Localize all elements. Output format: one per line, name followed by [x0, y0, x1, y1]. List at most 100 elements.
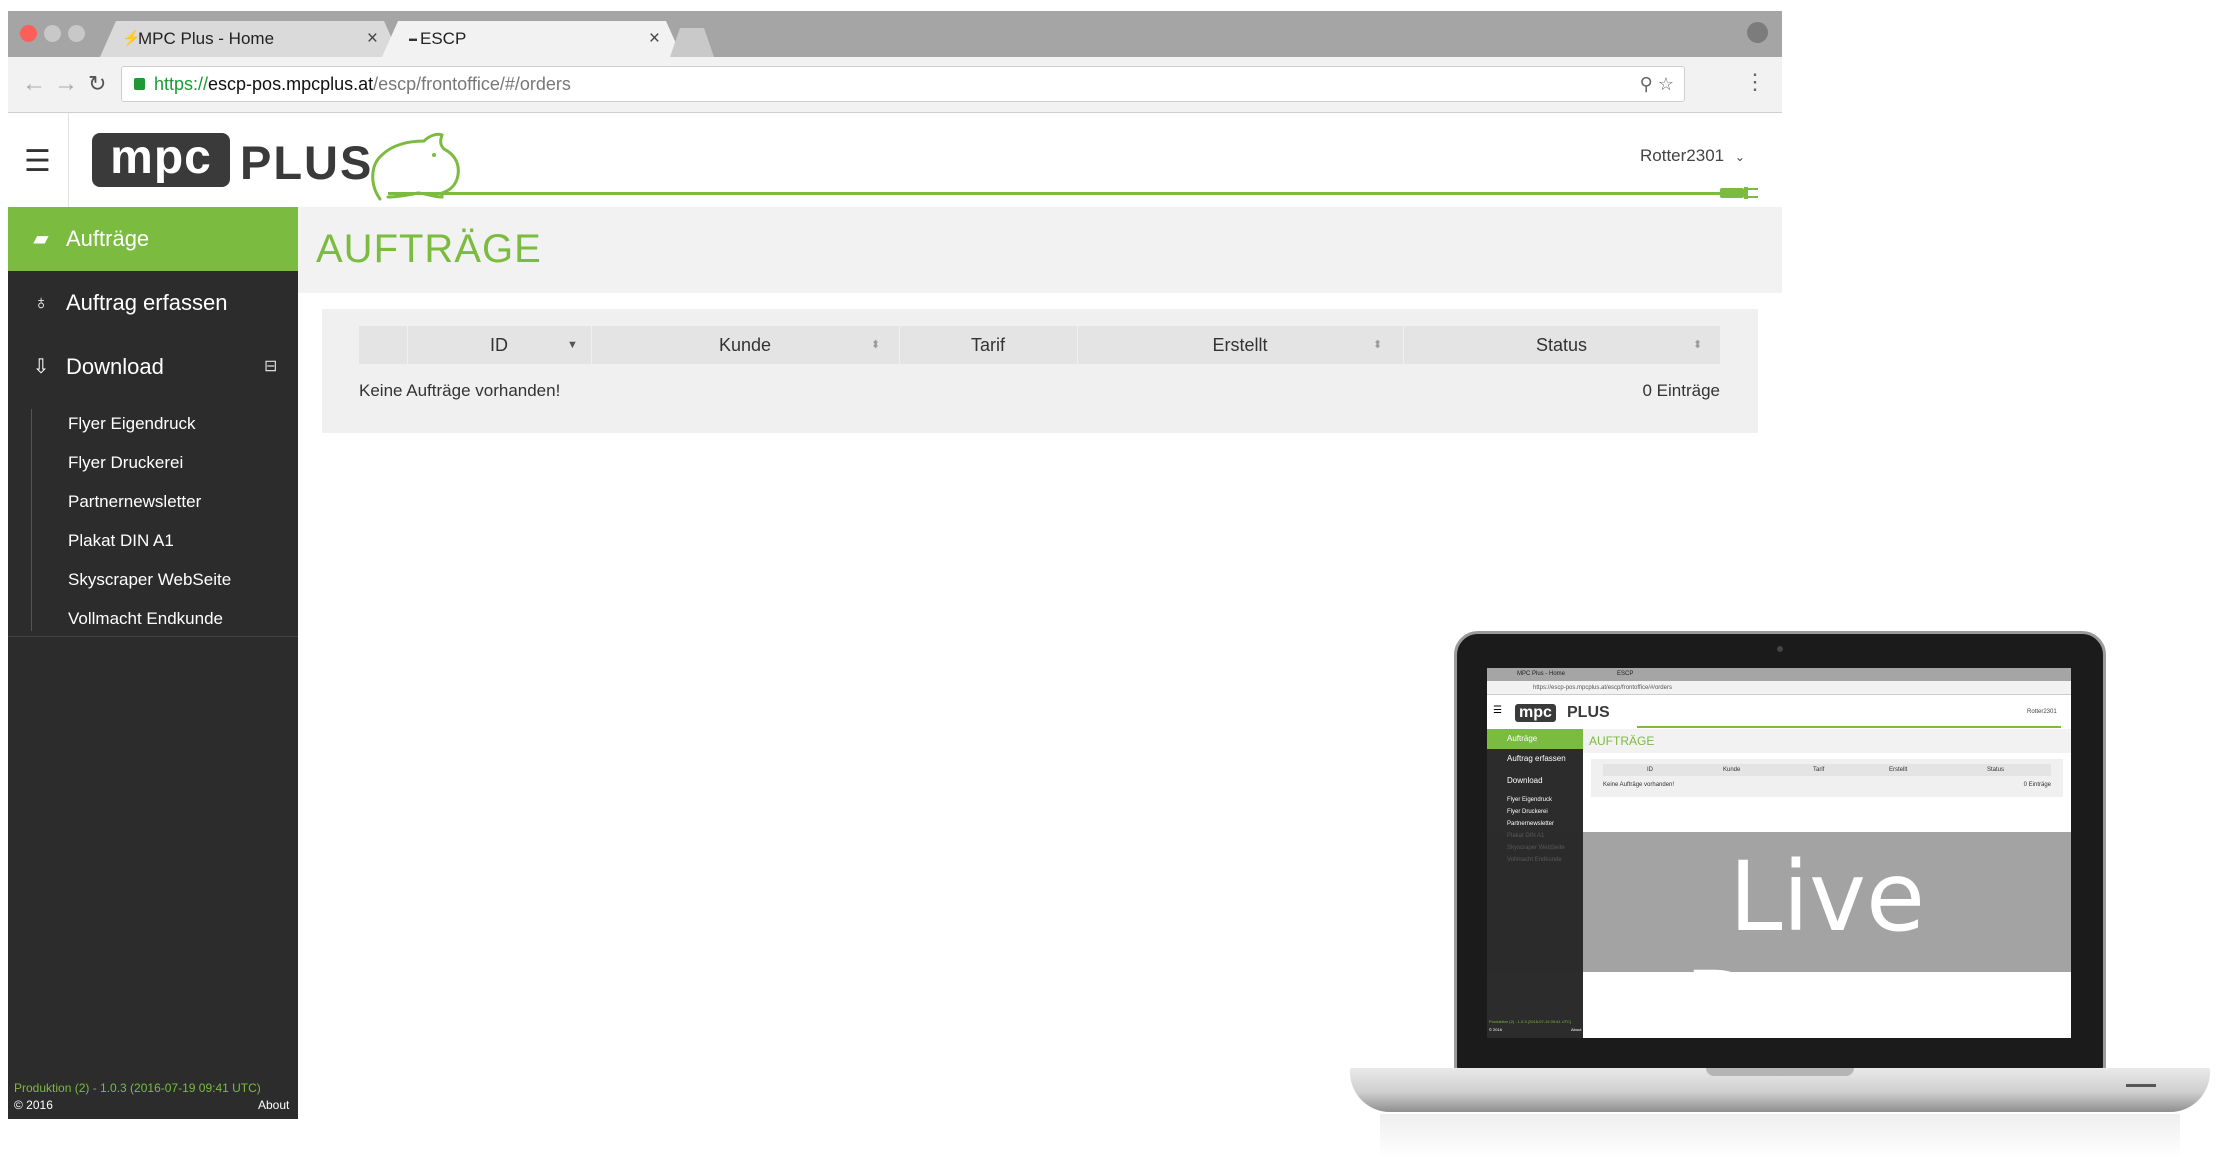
mini-about: About — [1571, 1027, 1582, 1032]
download-link-flyer-eigendruck[interactable]: Flyer Eigendruck — [68, 404, 196, 443]
mini-sub-item: Flyer Druckerei — [1507, 809, 1548, 815]
url-text[interactable]: https://escp-pos.mpcplus.at/escp/frontof… — [154, 67, 571, 101]
laptop-screen: MPC Plus - Home ESCP https://escp-pos.mp… — [1487, 668, 2071, 1038]
sort-icon[interactable]: ⬍ — [1373, 326, 1382, 364]
download-submenu: Flyer Eigendruck Flyer Druckerei Partner… — [8, 403, 298, 637]
sidebar-item-auftrag-erfassen[interactable]: ♁ Auftrag erfassen — [8, 271, 298, 335]
entry-count: 0 Einträge — [1642, 381, 1721, 400]
mini-version: Produktion (2) - 1.0.3 (2016-07-19 09:41… — [1489, 1019, 1572, 1024]
close-tab-icon[interactable]: × — [367, 21, 378, 57]
zoom-window-button[interactable] — [68, 25, 85, 42]
laptop-notch — [1706, 1068, 1854, 1076]
submenu-guide-line — [31, 409, 32, 631]
sort-icon[interactable]: ⬍ — [1693, 326, 1702, 364]
browser-menu-icon[interactable]: ⋮ — [1744, 69, 1766, 95]
column-header-tarif[interactable]: Tarif — [899, 326, 1077, 364]
laptop-lid: MPC Plus - Home ESCP https://escp-pos.mp… — [1454, 631, 2106, 1071]
download-icon: ⇩ — [32, 356, 50, 378]
about-link[interactable]: About — [258, 1098, 289, 1112]
screenshot-stage: ⚡ MPC Plus - Home × ▬ ESCP × ← → ↻ https… — [0, 0, 2216, 1168]
sidebar-item-label: Auftrag erfassen — [66, 290, 228, 315]
minimize-window-button[interactable] — [44, 25, 61, 42]
mini-address-bar: https://escp-pos.mpcplus.at/escp/frontof… — [1487, 681, 2071, 695]
mini-page-band: AUFTRÄGE — [1583, 729, 2071, 753]
user-name: Rotter2301 — [1640, 146, 1725, 165]
download-link-plakat-din-a1[interactable]: Plakat DIN A1 — [68, 521, 174, 560]
user-menu[interactable]: Rotter2301 ⌄ — [1640, 146, 1745, 166]
collapse-icon[interactable]: ⊟ — [264, 335, 277, 399]
tab-strip: ⚡ MPC Plus - Home × ▬ ESCP × — [8, 11, 1782, 57]
download-link-skyscraper-webseite[interactable]: Skyscraper WebSeite — [68, 560, 231, 599]
sidebar-item-label: Download — [66, 354, 164, 379]
back-arrow-icon[interactable]: ← — [22, 69, 46, 99]
close-tab-icon[interactable]: × — [649, 21, 660, 57]
download-link-vollmacht-endkunde[interactable]: Vollmacht Endkunde — [68, 599, 223, 638]
profile-icon[interactable] — [1747, 22, 1768, 43]
overlay-shade — [1487, 832, 1583, 972]
mini-user-name: Rotter2301 — [2027, 709, 2057, 715]
mini-empty-message: Keine Aufträge vorhanden! — [1603, 782, 1675, 788]
sidebar-item-label: Aufträge — [66, 226, 150, 251]
mini-table-header: ID Kunde Tarif Erstellt Status — [1603, 764, 2051, 776]
mini-col-id: ID — [1647, 767, 1653, 773]
empty-table-message: Keine Aufträge vorhanden! — [359, 381, 561, 400]
power-plug-icon — [1720, 187, 1758, 199]
close-window-button[interactable] — [20, 25, 37, 42]
address-bar[interactable]: https://escp-pos.mpcplus.at/escp/frontof… — [121, 66, 1685, 102]
download-link-flyer-druckerei[interactable]: Flyer Druckerei — [68, 443, 183, 482]
sidebar: ▰ Aufträge ♁ Auftrag erfassen ⇩ Download… — [8, 207, 298, 1119]
bookmark-star-icon[interactable]: ⚲ ☆ — [1640, 67, 1674, 101]
column-header-erstellt[interactable]: Erstellt — [1077, 326, 1403, 364]
orders-panel: ID ▼ Kunde ⬍ Tarif Erstellt ⬍ Status ⬍ K… — [322, 309, 1758, 433]
orders-table-header: ID ▼ Kunde ⬍ Tarif Erstellt ⬍ Status ⬍ — [359, 326, 1720, 364]
live-demo-banner[interactable]: Live Demo — [1583, 832, 2071, 1038]
mini-app-header: ☰ mpc PLUS Rotter2301 — [1487, 695, 2071, 729]
tab-escp[interactable]: ▬ ESCP × — [382, 21, 682, 57]
sidebar-item-download[interactable]: ⇩ Download ⊟ — [8, 335, 298, 399]
app-header: ☰ mpc PLUS Rotter2301 ⌄ — [8, 113, 1782, 207]
mpc-plus-icon: ▬ — [409, 34, 417, 43]
live-demo-laptop[interactable]: MPC Plus - Home ESCP https://escp-pos.mp… — [1350, 628, 2210, 1168]
mini-entry-count: 0 Einträge — [2023, 782, 2051, 788]
download-link-partnernewsletter[interactable]: Partnernewsletter — [68, 482, 201, 521]
header-divider — [68, 113, 69, 207]
hamburger-menu-icon[interactable]: ☰ — [24, 147, 51, 177]
webcam — [1777, 646, 1783, 652]
mini-tab-title: MPC Plus - Home — [1517, 671, 1566, 677]
mini-nav-item: Aufträge — [1487, 729, 1583, 749]
mini-nav-item: Auftrag erfassen — [1507, 754, 1566, 763]
sort-desc-icon[interactable]: ▼ — [567, 326, 578, 364]
column-header-kunde[interactable]: Kunde — [591, 326, 899, 364]
lock-icon — [134, 78, 145, 90]
mini-nav-item: Download — [1507, 776, 1543, 785]
live-demo-label: Live Demo — [1684, 841, 1970, 1038]
column-header-status[interactable]: Status — [1403, 326, 1720, 364]
mini-col-status: Status — [1987, 767, 2005, 773]
tab-title: MPC Plus - Home — [138, 29, 275, 48]
laptop-reflection — [1380, 1114, 2180, 1158]
mini-orders-panel: ID Kunde Tarif Erstellt Status Keine Auf… — [1591, 759, 2063, 797]
laptop-base — [1350, 1068, 2210, 1112]
lightbulb-icon: ♁ — [33, 292, 49, 314]
mini-cable-line — [1637, 726, 2061, 728]
tab-mpc-plus-home[interactable]: ⚡ MPC Plus - Home × — [100, 21, 400, 57]
mini-sub-item: Flyer Eigendruck — [1507, 797, 1553, 803]
mini-tab-title: ESCP — [1617, 671, 1634, 677]
new-tab-button[interactable] — [670, 28, 714, 57]
mini-hamburger-icon: ☰ — [1493, 705, 1502, 716]
forward-arrow-icon[interactable]: → — [54, 69, 78, 99]
mpc-leaf-icon: ⚡ — [122, 30, 141, 47]
reload-icon[interactable]: ↻ — [88, 69, 106, 99]
mini-logo-mpc: mpc — [1515, 704, 1556, 722]
browser-toolbar: ← → ↻ https://escp-pos.mpcplus.at/escp/f… — [8, 57, 1782, 113]
chevron-down-icon: ⌄ — [1734, 150, 1745, 164]
mini-col-erstellt: Erstellt — [1889, 767, 1908, 773]
mini-page-title: AUFTRÄGE — [1589, 734, 1655, 748]
mini-col-tarif: Tarif — [1813, 767, 1825, 773]
copyright: © 2016 — [14, 1098, 53, 1112]
column-header-id[interactable]: ID — [407, 326, 591, 364]
logo-mpc: mpc — [92, 133, 230, 187]
sidebar-item-auftraege[interactable]: ▰ Aufträge — [8, 207, 298, 271]
mini-logo-plus: PLUS — [1567, 704, 1610, 721]
sort-icon[interactable]: ⬍ — [871, 326, 880, 364]
